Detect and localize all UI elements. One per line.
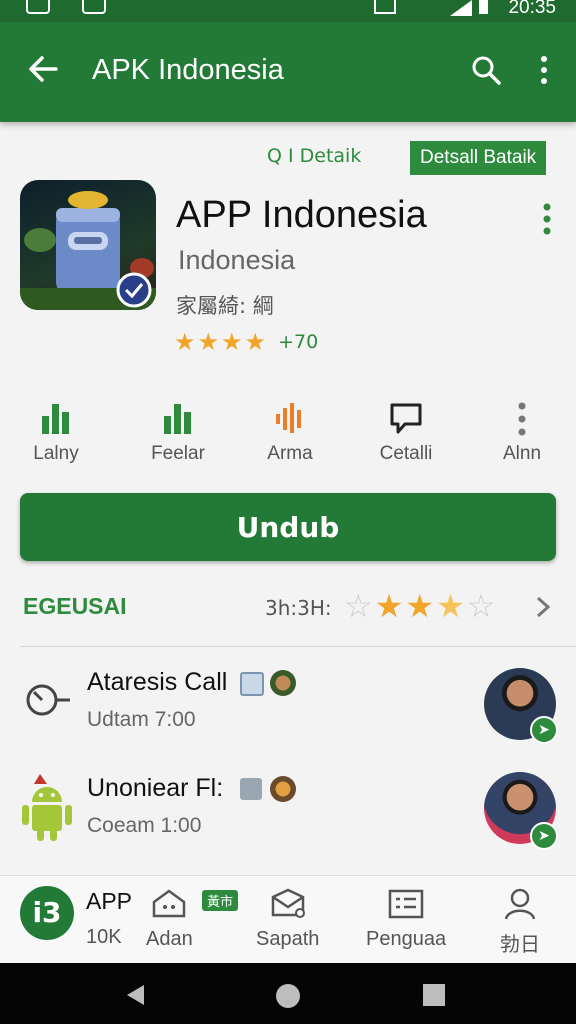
nav-label: 勃日 <box>500 934 540 956</box>
back-triangle-icon[interactable] <box>124 983 146 1007</box>
rating-count: +70 <box>278 331 319 353</box>
bar-chart-icon <box>42 404 69 434</box>
action-item[interactable]: Arma <box>240 400 340 465</box>
home-icon <box>153 889 186 918</box>
nav-item-adan[interactable]: Adan <box>146 886 193 951</box>
more-vert-icon[interactable] <box>534 54 554 86</box>
action-label: Lalny <box>33 443 79 464</box>
list-item-subtitle: Udtam 7:00 <box>87 708 196 731</box>
action-label: Alnn <box>502 443 542 464</box>
system-nav-bar <box>0 963 576 1024</box>
android-icon <box>22 774 72 841</box>
star-icon: ★ <box>405 587 435 625</box>
action-item[interactable]: Feelar <box>128 400 228 465</box>
notification-icon <box>82 0 106 14</box>
robot-icon <box>20 191 156 310</box>
nav-label: Penguaa <box>366 928 447 950</box>
back-arrow-icon[interactable] <box>26 52 60 86</box>
battery-icon <box>479 0 488 14</box>
star-icon: ★ <box>197 328 220 356</box>
list-icon <box>388 889 424 919</box>
action-item[interactable]: Cetalli <box>356 400 456 465</box>
star-icon: ★ <box>374 587 404 625</box>
list-item-title: Unoniear Fl: <box>87 774 224 802</box>
action-item[interactable]: Lalny <box>6 400 106 465</box>
app-more-icon[interactable] <box>540 202 554 236</box>
status-bar: 20:35 <box>0 0 576 22</box>
list-item-title: Ataresis Call <box>87 668 228 696</box>
nav-item-profile[interactable]: 勃日 <box>500 886 540 957</box>
nav-tag-badge: 黃市 <box>202 890 239 911</box>
rating-section-label: EGEUSAI <box>23 593 127 619</box>
rating-summary-text: 3h:3H: <box>265 596 332 620</box>
search-icon[interactable] <box>470 54 502 86</box>
image-icon <box>240 778 262 800</box>
divider <box>20 646 576 647</box>
rating-stars: ☆ ★ ★ ★ ☆ <box>344 588 495 624</box>
star-icon: ★ <box>174 328 196 356</box>
avatar-mini <box>270 776 296 802</box>
signal-icon <box>450 0 472 16</box>
action-label: Feelar <box>151 443 205 464</box>
app-logo-icon[interactable]: i3 <box>20 886 74 940</box>
star-empty-icon: ☆ <box>344 587 373 625</box>
download-button[interactable]: Undub <box>20 493 556 561</box>
app-icon <box>20 180 156 310</box>
star-half-icon: ★ <box>436 587 465 625</box>
list-item-subtitle: Coeam 1:00 <box>87 814 202 837</box>
rating-summary-row[interactable]: EGEUSAI 3h:3H: ☆ ★ ★ ★ ☆ <box>0 585 576 633</box>
vibrate-icon <box>374 0 396 14</box>
app-category: 家屬綺: 綱 <box>176 294 274 318</box>
check-badge-icon: ➤ <box>530 822 558 850</box>
bottom-app-count: 10K <box>86 926 122 948</box>
nav-item-sapath[interactable]: Sapath <box>256 886 319 951</box>
app-name: APP Indonesia <box>176 194 427 236</box>
star-icon: ★ <box>244 328 267 356</box>
image-icon <box>240 672 264 696</box>
comment-icon <box>390 403 422 434</box>
clock-icon <box>26 684 70 716</box>
nav-label: Adan <box>146 928 193 950</box>
app-bar: APK Indonesia <box>0 22 576 122</box>
detail-button[interactable]: Detsall Bataik <box>410 141 547 175</box>
more-vert-icon <box>518 402 526 436</box>
detail-link[interactable]: Q I Detaik <box>267 145 361 167</box>
app-bar-title: APK Indonesia <box>92 54 284 86</box>
bar-chart-icon <box>164 404 191 434</box>
detail-links: Q I Detaik Detsall Bataik <box>0 141 576 177</box>
app-rating: ★ ★ ★ ★ +70 <box>174 330 318 354</box>
star-icon: ★ <box>221 328 243 356</box>
recents-square-icon[interactable] <box>422 983 446 1007</box>
status-time: 20:35 <box>508 0 556 18</box>
inbox-icon <box>271 888 305 918</box>
list-item[interactable]: Ataresis Call Udtam 7:00 ➤ <box>0 668 576 758</box>
list-item[interactable]: Unoniear Fl: Coeam 1:00 ➤ <box>0 772 576 864</box>
chevron-right-icon[interactable] <box>534 595 552 619</box>
avatar-mini <box>270 670 296 696</box>
check-badge-icon: ➤ <box>530 716 558 744</box>
action-row: Lalny Feelar Arma Cetalli Alnn <box>0 400 576 470</box>
nav-item-penguaa[interactable]: Penguaa <box>366 886 446 951</box>
star-empty-icon: ☆ <box>466 587 496 625</box>
home-circle-icon[interactable] <box>275 983 301 1009</box>
person-icon <box>504 888 536 920</box>
action-item[interactable]: Alnn <box>472 400 572 465</box>
nav-label: Sapath <box>256 928 320 950</box>
bottom-nav: i3 APP 10K 黃市 Adan Sapath Penguaa 勃日 <box>0 875 576 964</box>
audio-wave-icon <box>276 403 301 433</box>
bottom-app-label: APP <box>86 888 133 914</box>
action-label: Cetalli <box>379 443 433 464</box>
app-publisher[interactable]: Indonesia <box>178 245 295 276</box>
notification-icon <box>26 0 50 14</box>
action-label: Arma <box>267 443 313 464</box>
